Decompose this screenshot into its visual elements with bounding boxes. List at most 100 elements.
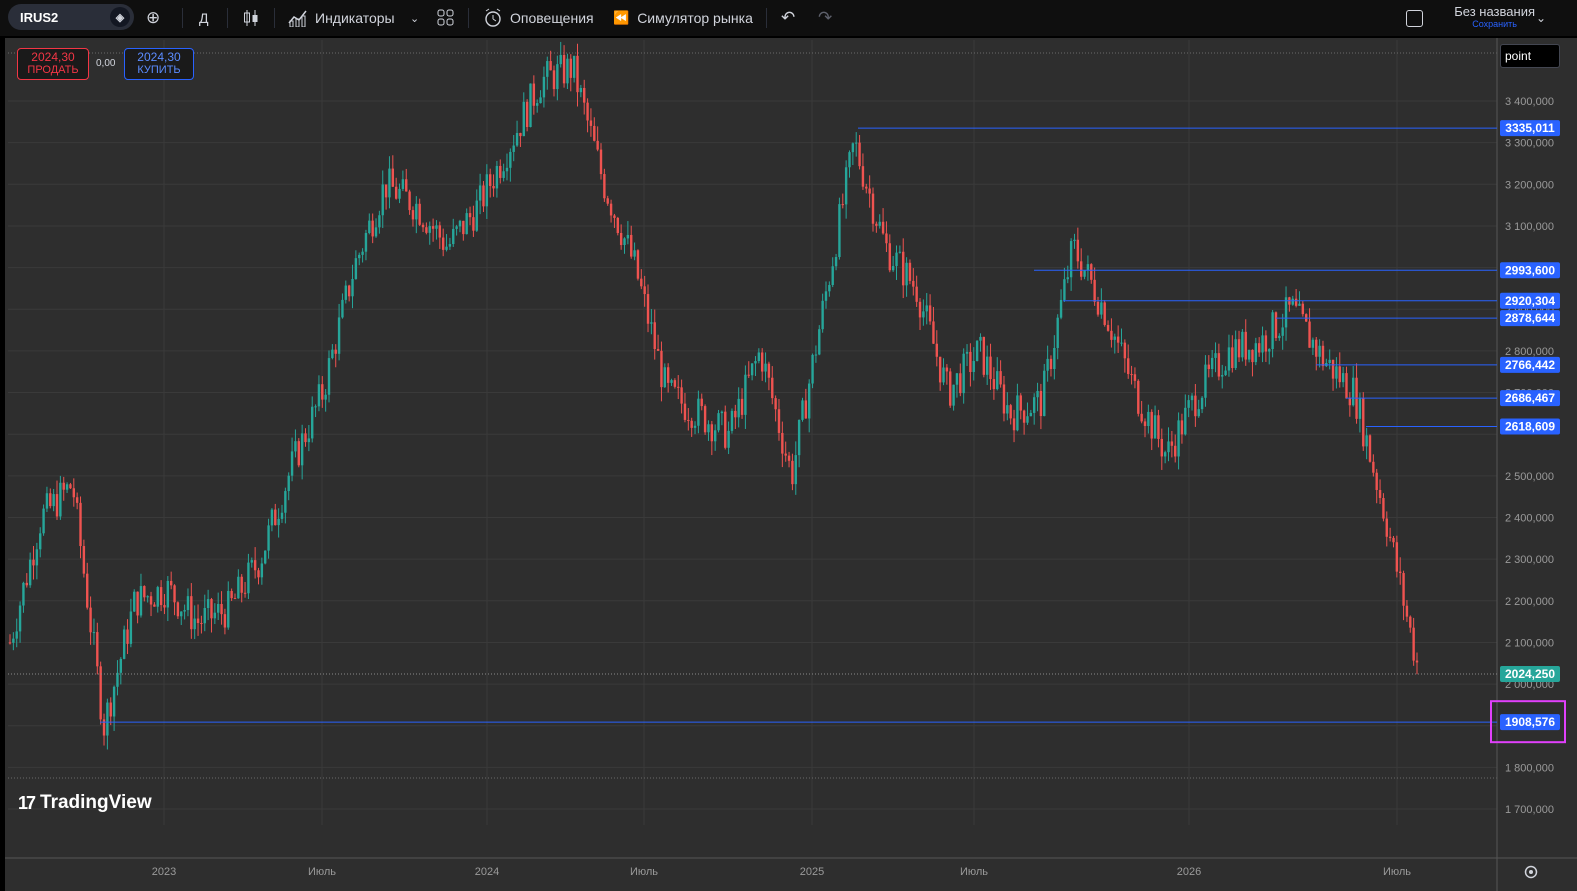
candle-body — [744, 374, 747, 415]
candle-body — [982, 336, 986, 375]
candle-body — [952, 384, 955, 406]
candle-body — [572, 55, 576, 78]
tradingview-logo[interactable]: 17 TradingView — [18, 792, 152, 814]
candle-body — [361, 251, 364, 255]
candle-body — [1244, 331, 1247, 360]
candle-body — [354, 258, 358, 280]
candle-body — [549, 61, 552, 71]
candle-body — [274, 509, 277, 526]
price-tick-label: 2 200,000 — [1505, 596, 1554, 608]
candle-body — [1083, 270, 1086, 277]
candle-body — [898, 251, 902, 253]
candle-body — [1184, 407, 1187, 435]
candle-body — [401, 179, 405, 189]
candle-body — [290, 451, 294, 476]
candle-body — [334, 349, 337, 354]
candle-body — [542, 76, 546, 98]
candle-body — [260, 563, 264, 578]
candle-body — [593, 125, 596, 141]
candle-body — [992, 379, 996, 390]
candle-body — [186, 596, 190, 611]
price-tick-label: 3 100,000 — [1505, 221, 1554, 233]
candle-body — [858, 142, 861, 167]
candle-body — [1409, 616, 1412, 628]
candle-body — [932, 321, 935, 344]
candle-body — [606, 198, 609, 204]
candle-body — [1190, 395, 1194, 401]
candle-body — [760, 352, 764, 372]
chart-canvas[interactable]: 3 400,0003 300,0003 200,0003 100,0002 90… — [0, 0, 1577, 891]
candle-body — [1415, 660, 1419, 663]
candle-body — [949, 371, 952, 406]
candle-body — [660, 350, 663, 388]
candle-body — [868, 188, 871, 194]
candle-body — [1264, 335, 1268, 352]
candle-body — [703, 406, 707, 433]
buy-button[interactable]: 2024,30 КУПИТЬ — [124, 48, 194, 80]
candle-body — [1009, 405, 1012, 419]
price-tick-label: 3 400,000 — [1505, 96, 1554, 108]
candle-body — [482, 185, 485, 207]
candle-body — [146, 596, 149, 598]
candle-body — [190, 596, 193, 630]
candle-body — [713, 430, 717, 442]
candle-body — [1200, 397, 1204, 410]
candle-body — [975, 340, 979, 361]
candle-body — [499, 165, 502, 178]
candle-body — [458, 220, 462, 227]
candle-body — [1187, 400, 1190, 408]
candle-body — [18, 605, 22, 632]
candle-body — [307, 438, 311, 443]
sell-button[interactable]: 2024,30 ПРОДАТЬ — [17, 48, 89, 80]
candle-body — [1127, 358, 1130, 375]
candle-body — [1237, 339, 1241, 358]
candle-body — [794, 455, 797, 485]
candle-body — [1351, 377, 1355, 406]
price-unit-label[interactable]: point — [1500, 44, 1560, 68]
candle-body — [1385, 518, 1388, 537]
candle-body — [183, 610, 186, 612]
candle-body — [935, 343, 939, 357]
candle-body — [388, 168, 391, 198]
candle-body — [821, 300, 824, 330]
candle-body — [216, 603, 220, 613]
candle-body — [284, 491, 287, 513]
candle-body — [287, 475, 290, 492]
candle-body — [1217, 353, 1221, 377]
candle-body — [374, 227, 378, 237]
candle-body — [1315, 339, 1318, 357]
candle-body — [341, 299, 344, 318]
candle-body — [1399, 571, 1402, 574]
candle-body — [596, 140, 599, 150]
candle-body — [398, 188, 401, 199]
price-tick-label: 1 800,000 — [1505, 762, 1554, 774]
candle-body — [1278, 335, 1281, 339]
candle-body — [1210, 357, 1214, 370]
candle-body — [173, 585, 176, 603]
price-label-text: 2920,304 — [1505, 294, 1555, 308]
candle-body — [220, 603, 223, 615]
candle-body — [959, 373, 962, 394]
candle-body — [804, 400, 808, 419]
candle-body — [69, 484, 72, 489]
candle-body — [861, 166, 865, 187]
candle-body — [314, 406, 317, 408]
candle-body — [1006, 405, 1009, 414]
candle-body — [509, 151, 512, 168]
candle-body — [1274, 312, 1278, 339]
candle-body — [579, 87, 583, 93]
candle-body — [811, 354, 814, 384]
candle-body — [1046, 358, 1049, 371]
candle-body — [304, 433, 307, 443]
candle-body — [49, 493, 52, 507]
price-tick-label: 2 400,000 — [1505, 513, 1554, 525]
candle-body — [441, 237, 445, 250]
candle-body — [1103, 302, 1106, 325]
candle-body — [539, 97, 542, 104]
candle-body — [109, 702, 112, 717]
candle-body — [697, 398, 700, 426]
candle-body — [633, 250, 636, 257]
price-tick-label: 2 100,000 — [1505, 637, 1554, 649]
candle-body — [351, 279, 354, 297]
candle-body — [478, 185, 482, 201]
